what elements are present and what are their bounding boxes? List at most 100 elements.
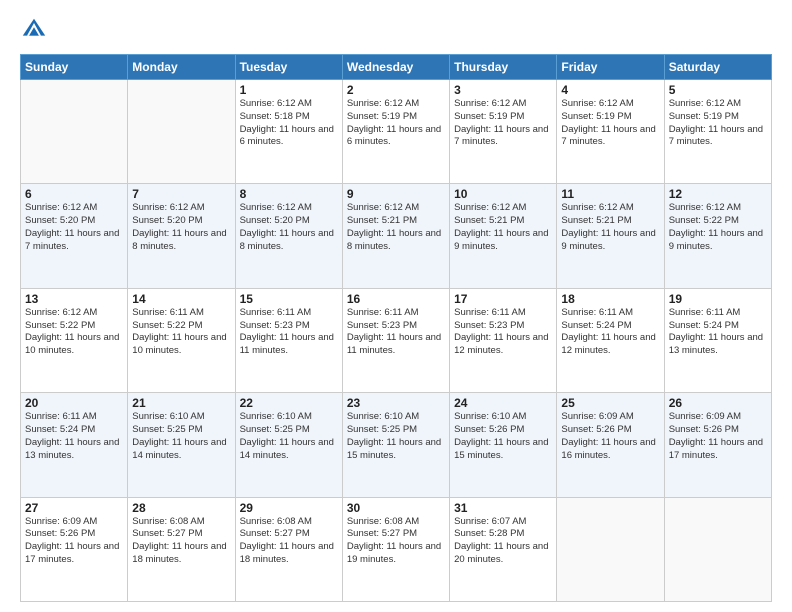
day-info: Sunrise: 6:10 AM Sunset: 5:25 PM Dayligh… xyxy=(132,411,230,462)
day-info: Sunrise: 6:11 AM Sunset: 5:23 PM Dayligh… xyxy=(240,307,338,358)
day-info: Sunrise: 6:09 AM Sunset: 5:26 PM Dayligh… xyxy=(669,411,767,462)
day-info: Sunrise: 6:12 AM Sunset: 5:19 PM Dayligh… xyxy=(669,98,767,149)
day-number: 2 xyxy=(347,83,445,97)
calendar-cell: 11Sunrise: 6:12 AM Sunset: 5:21 PM Dayli… xyxy=(557,184,664,288)
day-info: Sunrise: 6:09 AM Sunset: 5:26 PM Dayligh… xyxy=(25,516,123,567)
calendar-week-row: 13Sunrise: 6:12 AM Sunset: 5:22 PM Dayli… xyxy=(21,288,772,392)
day-number: 11 xyxy=(561,187,659,201)
calendar-week-row: 20Sunrise: 6:11 AM Sunset: 5:24 PM Dayli… xyxy=(21,393,772,497)
day-info: Sunrise: 6:11 AM Sunset: 5:23 PM Dayligh… xyxy=(347,307,445,358)
calendar-week-row: 27Sunrise: 6:09 AM Sunset: 5:26 PM Dayli… xyxy=(21,497,772,601)
day-info: Sunrise: 6:09 AM Sunset: 5:26 PM Dayligh… xyxy=(561,411,659,462)
day-info: Sunrise: 6:10 AM Sunset: 5:26 PM Dayligh… xyxy=(454,411,552,462)
calendar-cell: 25Sunrise: 6:09 AM Sunset: 5:26 PM Dayli… xyxy=(557,393,664,497)
day-number: 6 xyxy=(25,187,123,201)
calendar-cell: 30Sunrise: 6:08 AM Sunset: 5:27 PM Dayli… xyxy=(342,497,449,601)
day-number: 21 xyxy=(132,396,230,410)
day-number: 15 xyxy=(240,292,338,306)
day-info: Sunrise: 6:12 AM Sunset: 5:21 PM Dayligh… xyxy=(561,202,659,253)
day-number: 19 xyxy=(669,292,767,306)
calendar-cell: 24Sunrise: 6:10 AM Sunset: 5:26 PM Dayli… xyxy=(450,393,557,497)
day-info: Sunrise: 6:12 AM Sunset: 5:19 PM Dayligh… xyxy=(561,98,659,149)
calendar-cell: 7Sunrise: 6:12 AM Sunset: 5:20 PM Daylig… xyxy=(128,184,235,288)
calendar-day-header: Tuesday xyxy=(235,55,342,80)
calendar-cell: 9Sunrise: 6:12 AM Sunset: 5:21 PM Daylig… xyxy=(342,184,449,288)
day-info: Sunrise: 6:08 AM Sunset: 5:27 PM Dayligh… xyxy=(240,516,338,567)
day-number: 12 xyxy=(669,187,767,201)
calendar-cell: 28Sunrise: 6:08 AM Sunset: 5:27 PM Dayli… xyxy=(128,497,235,601)
day-number: 24 xyxy=(454,396,552,410)
calendar-cell: 2Sunrise: 6:12 AM Sunset: 5:19 PM Daylig… xyxy=(342,80,449,184)
calendar-day-header: Saturday xyxy=(664,55,771,80)
day-number: 27 xyxy=(25,501,123,515)
calendar-cell: 5Sunrise: 6:12 AM Sunset: 5:19 PM Daylig… xyxy=(664,80,771,184)
calendar-cell: 22Sunrise: 6:10 AM Sunset: 5:25 PM Dayli… xyxy=(235,393,342,497)
day-number: 8 xyxy=(240,187,338,201)
calendar-day-header: Friday xyxy=(557,55,664,80)
day-info: Sunrise: 6:12 AM Sunset: 5:20 PM Dayligh… xyxy=(25,202,123,253)
day-info: Sunrise: 6:12 AM Sunset: 5:22 PM Dayligh… xyxy=(25,307,123,358)
calendar-cell: 29Sunrise: 6:08 AM Sunset: 5:27 PM Dayli… xyxy=(235,497,342,601)
calendar-cell: 21Sunrise: 6:10 AM Sunset: 5:25 PM Dayli… xyxy=(128,393,235,497)
page: SundayMondayTuesdayWednesdayThursdayFrid… xyxy=(0,0,792,612)
day-number: 28 xyxy=(132,501,230,515)
day-number: 31 xyxy=(454,501,552,515)
calendar-day-header: Thursday xyxy=(450,55,557,80)
calendar-cell xyxy=(557,497,664,601)
logo-icon xyxy=(20,16,48,44)
calendar-cell: 17Sunrise: 6:11 AM Sunset: 5:23 PM Dayli… xyxy=(450,288,557,392)
calendar-day-header: Sunday xyxy=(21,55,128,80)
logo xyxy=(20,16,52,44)
calendar-day-header: Monday xyxy=(128,55,235,80)
day-info: Sunrise: 6:12 AM Sunset: 5:21 PM Dayligh… xyxy=(347,202,445,253)
header xyxy=(20,16,772,44)
day-info: Sunrise: 6:10 AM Sunset: 5:25 PM Dayligh… xyxy=(347,411,445,462)
calendar-cell: 23Sunrise: 6:10 AM Sunset: 5:25 PM Dayli… xyxy=(342,393,449,497)
calendar-cell: 27Sunrise: 6:09 AM Sunset: 5:26 PM Dayli… xyxy=(21,497,128,601)
calendar-cell: 6Sunrise: 6:12 AM Sunset: 5:20 PM Daylig… xyxy=(21,184,128,288)
calendar-cell: 12Sunrise: 6:12 AM Sunset: 5:22 PM Dayli… xyxy=(664,184,771,288)
day-number: 26 xyxy=(669,396,767,410)
day-number: 30 xyxy=(347,501,445,515)
day-number: 29 xyxy=(240,501,338,515)
day-info: Sunrise: 6:08 AM Sunset: 5:27 PM Dayligh… xyxy=(132,516,230,567)
calendar-cell: 20Sunrise: 6:11 AM Sunset: 5:24 PM Dayli… xyxy=(21,393,128,497)
calendar-cell: 10Sunrise: 6:12 AM Sunset: 5:21 PM Dayli… xyxy=(450,184,557,288)
day-number: 10 xyxy=(454,187,552,201)
calendar-header-row: SundayMondayTuesdayWednesdayThursdayFrid… xyxy=(21,55,772,80)
day-number: 9 xyxy=(347,187,445,201)
day-number: 14 xyxy=(132,292,230,306)
calendar-cell: 3Sunrise: 6:12 AM Sunset: 5:19 PM Daylig… xyxy=(450,80,557,184)
calendar-cell: 8Sunrise: 6:12 AM Sunset: 5:20 PM Daylig… xyxy=(235,184,342,288)
calendar-cell: 26Sunrise: 6:09 AM Sunset: 5:26 PM Dayli… xyxy=(664,393,771,497)
calendar-table: SundayMondayTuesdayWednesdayThursdayFrid… xyxy=(20,54,772,602)
calendar-cell xyxy=(128,80,235,184)
calendar-week-row: 1Sunrise: 6:12 AM Sunset: 5:18 PM Daylig… xyxy=(21,80,772,184)
calendar-cell: 19Sunrise: 6:11 AM Sunset: 5:24 PM Dayli… xyxy=(664,288,771,392)
day-number: 17 xyxy=(454,292,552,306)
day-number: 18 xyxy=(561,292,659,306)
calendar-cell: 16Sunrise: 6:11 AM Sunset: 5:23 PM Dayli… xyxy=(342,288,449,392)
day-number: 5 xyxy=(669,83,767,97)
day-info: Sunrise: 6:11 AM Sunset: 5:23 PM Dayligh… xyxy=(454,307,552,358)
day-info: Sunrise: 6:10 AM Sunset: 5:25 PM Dayligh… xyxy=(240,411,338,462)
day-number: 22 xyxy=(240,396,338,410)
day-number: 20 xyxy=(25,396,123,410)
day-info: Sunrise: 6:07 AM Sunset: 5:28 PM Dayligh… xyxy=(454,516,552,567)
day-info: Sunrise: 6:12 AM Sunset: 5:21 PM Dayligh… xyxy=(454,202,552,253)
calendar-cell xyxy=(664,497,771,601)
calendar-cell: 4Sunrise: 6:12 AM Sunset: 5:19 PM Daylig… xyxy=(557,80,664,184)
calendar-day-header: Wednesday xyxy=(342,55,449,80)
day-number: 25 xyxy=(561,396,659,410)
day-info: Sunrise: 6:12 AM Sunset: 5:18 PM Dayligh… xyxy=(240,98,338,149)
day-info: Sunrise: 6:12 AM Sunset: 5:19 PM Dayligh… xyxy=(347,98,445,149)
day-number: 23 xyxy=(347,396,445,410)
day-number: 1 xyxy=(240,83,338,97)
day-info: Sunrise: 6:11 AM Sunset: 5:22 PM Dayligh… xyxy=(132,307,230,358)
calendar-week-row: 6Sunrise: 6:12 AM Sunset: 5:20 PM Daylig… xyxy=(21,184,772,288)
day-info: Sunrise: 6:12 AM Sunset: 5:20 PM Dayligh… xyxy=(132,202,230,253)
calendar-cell: 15Sunrise: 6:11 AM Sunset: 5:23 PM Dayli… xyxy=(235,288,342,392)
day-number: 16 xyxy=(347,292,445,306)
calendar-cell: 13Sunrise: 6:12 AM Sunset: 5:22 PM Dayli… xyxy=(21,288,128,392)
day-number: 4 xyxy=(561,83,659,97)
